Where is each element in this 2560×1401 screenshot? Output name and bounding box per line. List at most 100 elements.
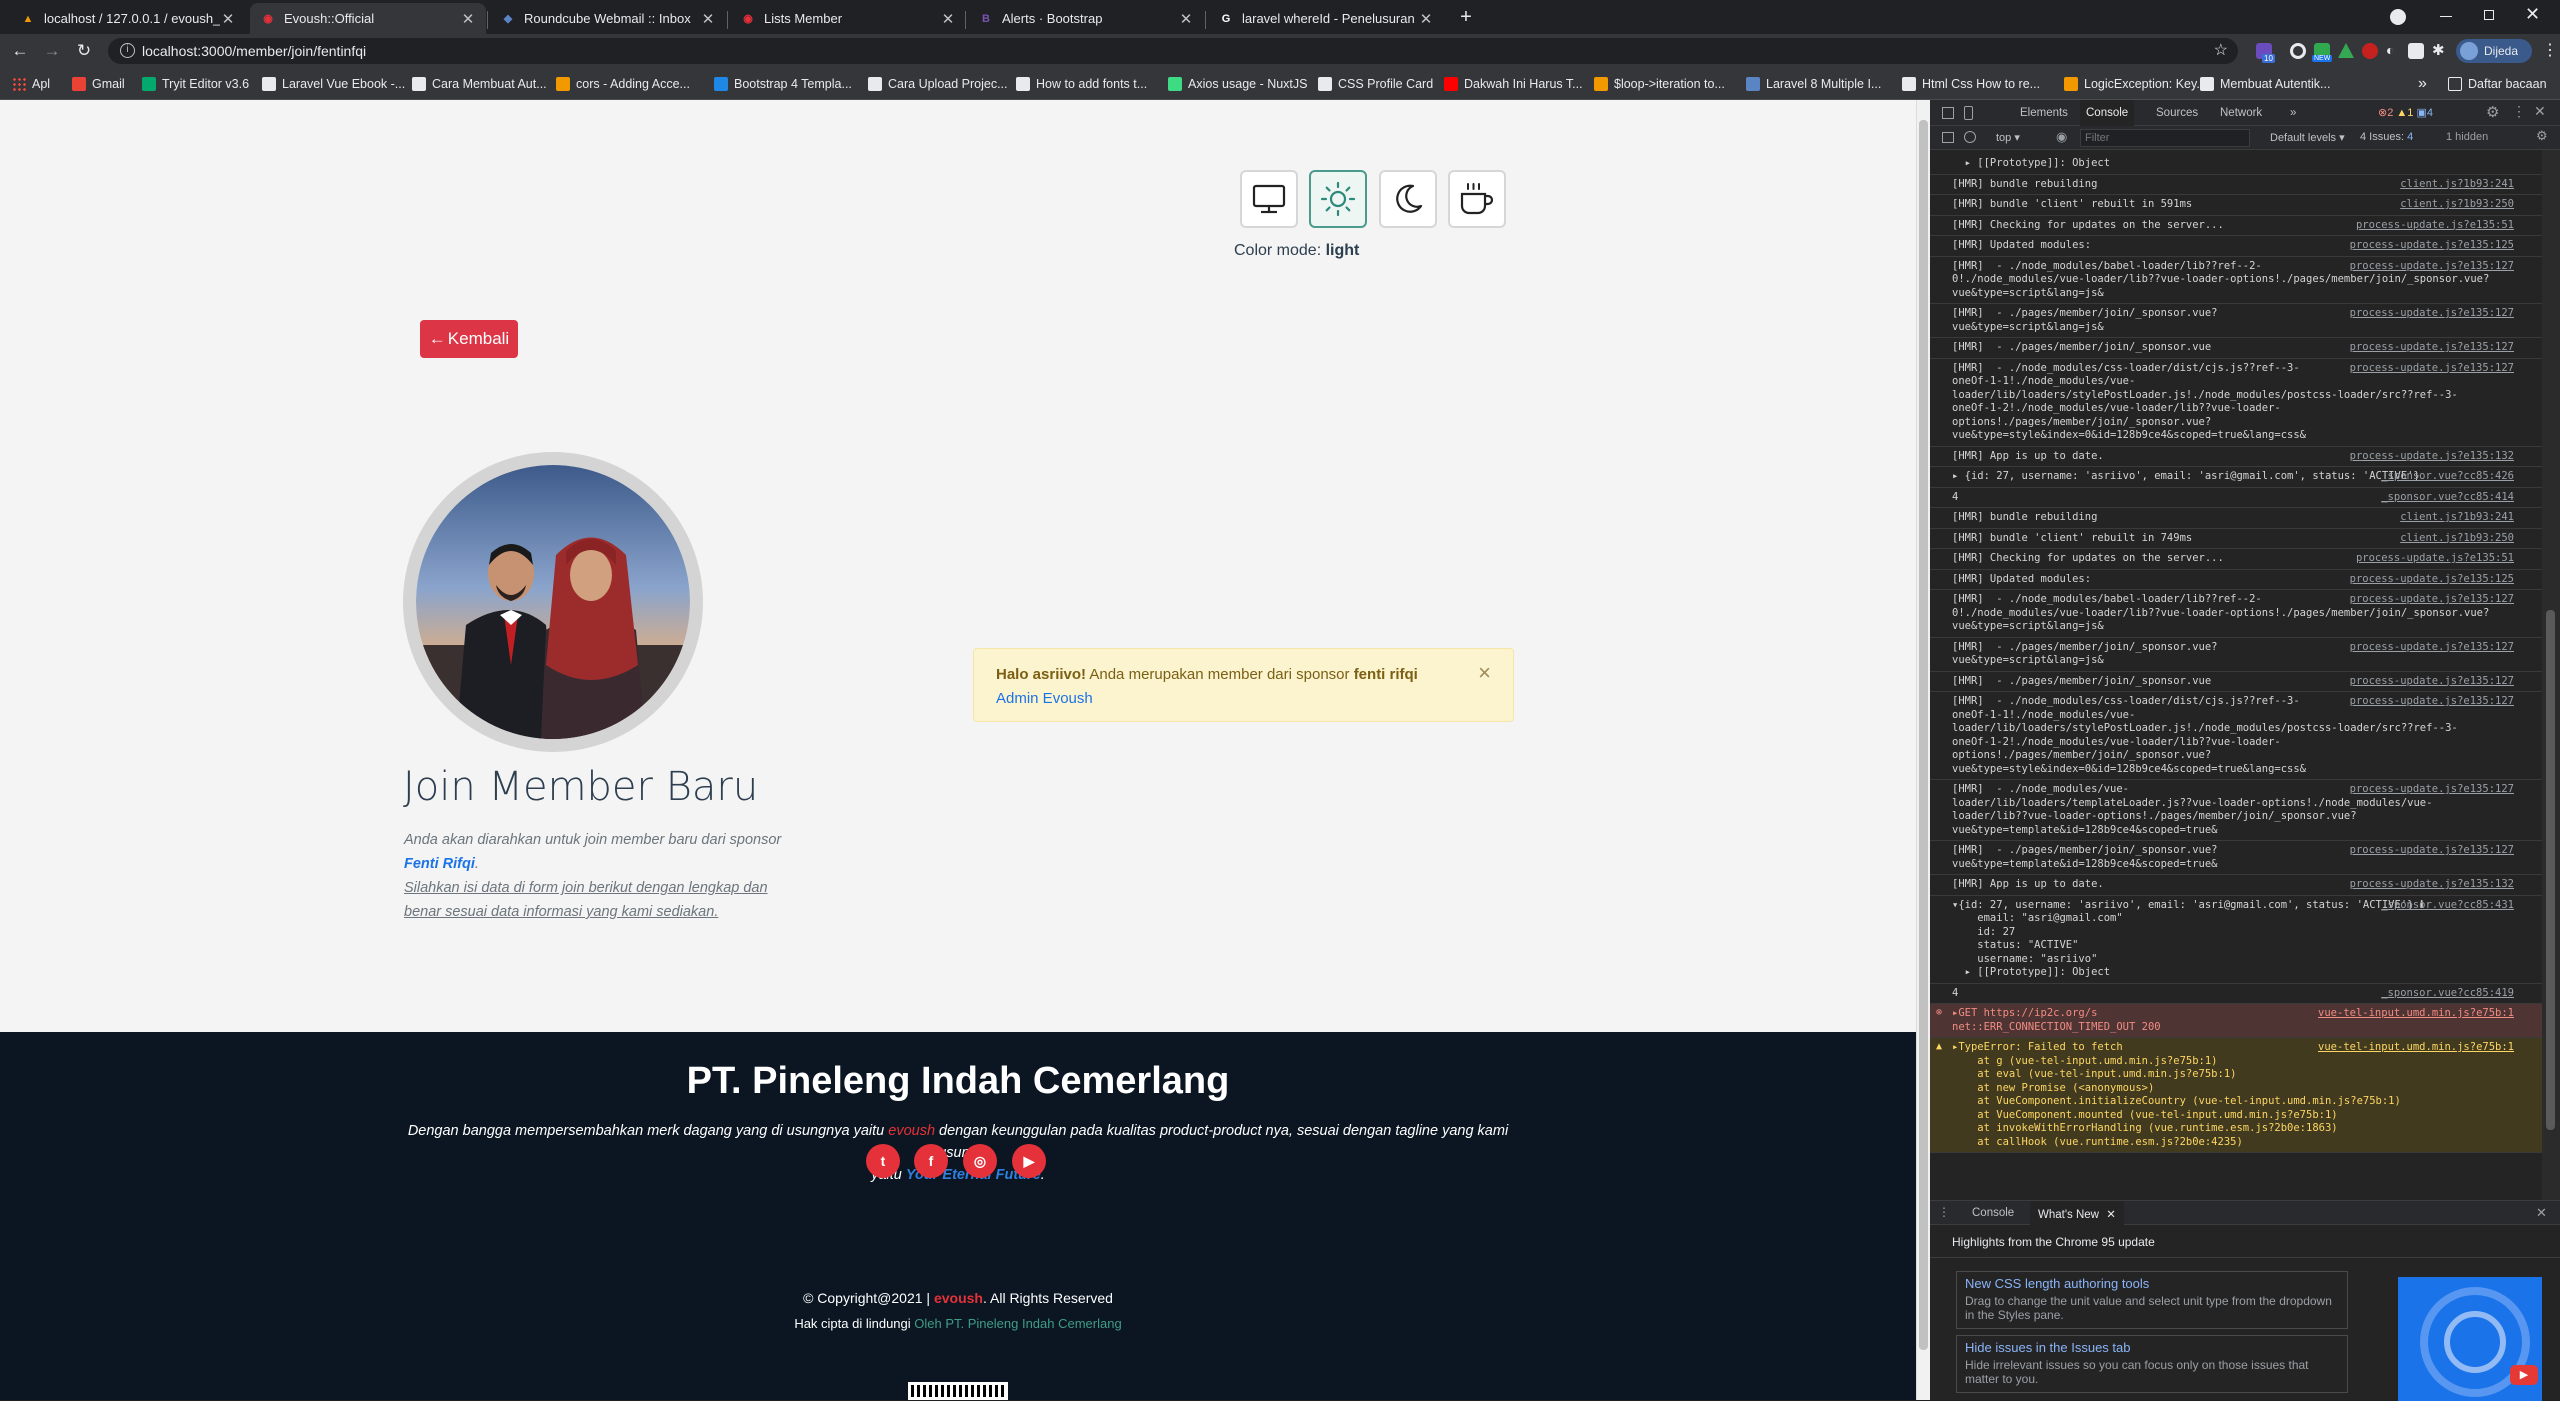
console-message[interactable]: [HMR] bundle rebuilding client.js?1b93:24… xyxy=(1930,175,2542,195)
color-mode-light-button[interactable] xyxy=(1309,170,1367,228)
profile-button[interactable]: Dijeda xyxy=(2456,39,2532,63)
console-message[interactable]: [HMR] bundle rebuilding client.js?1b93:24… xyxy=(1930,508,2542,529)
console-message[interactable]: [HMR] Updated modules: process-update.js?… xyxy=(1930,570,2542,590)
devtools-tab[interactable]: Sources xyxy=(2150,100,2204,126)
console-message[interactable]: 4 _sponsor.vue?cc85:414 xyxy=(1930,488,2542,508)
address-bar[interactable]: i localhost:3000/member/join/fentinfqi ☆ xyxy=(108,38,2238,64)
error-count[interactable]: ⊗2 ▲1 ▣4 xyxy=(2378,106,2433,119)
console-source-link[interactable]: process-update.js?e135:51 xyxy=(2356,219,2514,231)
clear-console-icon[interactable] xyxy=(1964,131,1976,143)
alert-close-button[interactable]: × xyxy=(1478,661,1491,685)
device-toolbar-icon[interactable] xyxy=(1964,106,1973,120)
extension-icon[interactable] xyxy=(2362,43,2378,59)
drawer-close-icon[interactable]: ✕ xyxy=(2536,1205,2547,1221)
news-title[interactable]: Hide issues in the Issues tab xyxy=(1965,1340,2339,1355)
console-message[interactable]: ▸GET https://ip2c.org/s net::ERR_CONNECT… xyxy=(1930,1004,2542,1038)
close-window-button[interactable]: ✕ xyxy=(2525,4,2540,25)
news-card[interactable]: Hide issues in the Issues tab Hide irrel… xyxy=(1956,1335,2348,1393)
devtools-tab[interactable]: » xyxy=(2284,100,2302,126)
bookmark-item[interactable]: Cara Upload Projec... xyxy=(868,74,1008,94)
bookmark-item[interactable]: $loop->iteration to... xyxy=(1594,74,1725,94)
log-levels-dropdown[interactable]: Default levels ▾ xyxy=(2270,131,2345,144)
console-source-link[interactable]: client.js?1b93:241 xyxy=(2400,178,2514,190)
extension-icon[interactable] xyxy=(2408,43,2424,59)
devtools-menu-icon[interactable]: ⋮ xyxy=(2512,103,2526,120)
reading-list-button[interactable]: Daftar bacaan xyxy=(2448,74,2547,94)
console-message[interactable]: ▸ {id: 27, username: 'asriivo', email: '… xyxy=(1930,467,2542,488)
tab-search-icon[interactable] xyxy=(2390,9,2406,25)
console-source-link[interactable]: _sponsor.vue?cc85:419 xyxy=(2381,987,2514,999)
console-message[interactable]: [HMR] - ./pages/member/join/_sponsor.vue… xyxy=(1930,672,2542,692)
console-message[interactable]: ▸ [[Prototype]]: Object xyxy=(1930,154,2542,175)
whats-new-video-thumbnail[interactable]: ▶ xyxy=(2398,1277,2542,1401)
bookmark-item[interactable]: Gmail xyxy=(72,74,125,94)
console-message[interactable]: [HMR] App is up to date. process-update.j… xyxy=(1930,447,2542,467)
tab-close-icon[interactable]: ✕ xyxy=(1418,10,1434,28)
bookmark-star-icon[interactable]: ☆ xyxy=(2214,40,2228,60)
issues-indicator[interactable]: 4 Issues: 4 xyxy=(2360,131,2413,143)
kebab-menu-icon[interactable]: ⋮ xyxy=(2542,40,2558,60)
bookmark-item[interactable]: Apl xyxy=(12,74,50,94)
extensions-puzzle-icon[interactable]: ✱ xyxy=(2432,41,2445,59)
console-message[interactable]: ▸TypeError: Failed to fetch at g (vue-te… xyxy=(1930,1038,2542,1153)
drawer-tab-console[interactable]: Console xyxy=(1972,1207,2014,1219)
facebook-icon[interactable]: f xyxy=(914,1144,948,1178)
console-source-link[interactable]: process-update.js?e135:127 xyxy=(2350,695,2514,707)
sidebar-toggle-icon[interactable] xyxy=(1942,132,1954,143)
tab-close-icon[interactable]: ✕ xyxy=(220,10,236,28)
console-message[interactable]: [HMR] bundle 'client' rebuilt in 591ms cl… xyxy=(1930,195,2542,216)
admin-link[interactable]: Admin Evoush xyxy=(996,690,1093,707)
console-message[interactable]: [HMR] - ./pages/member/join/_sponsor.vue… xyxy=(1930,338,2542,359)
bookmarks-overflow-button[interactable]: » xyxy=(2418,74,2427,94)
console-message[interactable]: [HMR] - ./pages/member/join/_sponsor.vue… xyxy=(1930,638,2542,672)
page-scrollbar-thumb[interactable] xyxy=(1919,120,1928,1350)
tab-close-icon[interactable]: ✕ xyxy=(460,10,476,28)
console-message[interactable]: [HMR] Updated modules: process-update.js?… xyxy=(1930,236,2542,257)
console-message[interactable]: [HMR] - ./node_modules/css-loader/dist/c… xyxy=(1930,359,2542,447)
extension-icon[interactable] xyxy=(2338,43,2354,58)
bookmark-item[interactable]: LogicException: Key... xyxy=(2064,74,2207,94)
console-source-link[interactable]: process-update.js?e135:51 xyxy=(2356,552,2514,564)
drawer-tab-close-icon[interactable]: ✕ xyxy=(2106,1209,2116,1221)
console-source-link[interactable]: _sponsor.vue?cc85:431 xyxy=(2381,899,2514,911)
console-source-link[interactable]: process-update.js?e135:125 xyxy=(2350,239,2514,251)
console-source-link[interactable]: process-update.js?e135:132 xyxy=(2350,450,2514,462)
info-icon[interactable]: i xyxy=(120,43,135,58)
console-filter-input[interactable] xyxy=(2080,129,2250,147)
console-source-link[interactable]: client.js?1b93:241 xyxy=(2400,511,2514,523)
minimize-window-button[interactable] xyxy=(2440,16,2452,17)
console-message[interactable]: [HMR] - ./node_modules/vue- loader/lib/l… xyxy=(1930,780,2542,841)
bookmark-item[interactable]: Dakwah Ini Harus T... xyxy=(1444,74,1583,94)
console-source-link[interactable]: process-update.js?e135:127 xyxy=(2350,675,2514,687)
browser-tab[interactable]: B Alerts · Bootstrap ✕ xyxy=(968,3,1204,34)
back-button[interactable]: ← Kembali xyxy=(420,320,518,358)
console-message[interactable]: [HMR] Checking for updates on the server… xyxy=(1930,549,2542,570)
bookmark-item[interactable]: Laravel 8 Multiple I... xyxy=(1746,74,1881,94)
devtools-close-icon[interactable]: ✕ xyxy=(2534,103,2546,120)
reload-icon[interactable]: ↻ xyxy=(72,39,96,63)
console-message[interactable]: [HMR] bundle 'client' rebuilt in 749ms cl… xyxy=(1930,529,2542,549)
console-source-link[interactable]: process-update.js?e135:127 xyxy=(2350,844,2514,856)
drawer-tab-whats-new[interactable]: What's New ✕ xyxy=(2030,1201,2124,1225)
color-mode-system-button[interactable] xyxy=(1240,170,1298,228)
bookmark-item[interactable]: CSS Profile Card xyxy=(1318,74,1433,94)
news-card[interactable]: New CSS length authoring tools Drag to c… xyxy=(1956,1271,2348,1329)
bookmark-item[interactable]: Html Css How to re... xyxy=(1902,74,2040,94)
settings-gear-icon[interactable]: ⚙ xyxy=(2486,103,2499,121)
browser-tab[interactable]: ◉ Lists Member ✕ xyxy=(730,3,966,34)
new-tab-button[interactable]: + xyxy=(1454,6,1478,30)
restore-window-button[interactable] xyxy=(2484,10,2494,20)
console-source-link[interactable]: process-update.js?e135:127 xyxy=(2350,362,2514,374)
youtube-icon[interactable]: ▶ xyxy=(1012,1144,1046,1178)
console-source-link[interactable]: vue-tel-input.umd.min.js?e75b:1 xyxy=(2318,1041,2514,1053)
color-mode-sepia-button[interactable] xyxy=(1448,170,1506,228)
bookmark-item[interactable]: cors - Adding Acce... xyxy=(556,74,690,94)
devtools-tab[interactable]: Network xyxy=(2214,100,2268,126)
page-scrollbar[interactable] xyxy=(1916,100,1930,1400)
console-message[interactable]: 4 _sponsor.vue?cc85:419 xyxy=(1930,984,2542,1004)
bookmark-item[interactable]: Cara Membuat Aut... xyxy=(412,74,547,94)
tab-close-icon[interactable]: ✕ xyxy=(700,10,716,28)
context-selector[interactable]: top ▾ xyxy=(1996,131,2020,144)
devtools-tab[interactable]: Console xyxy=(2080,100,2135,126)
browser-tab[interactable]: Glaravel whereId - Penelusuran Go ✕ xyxy=(1208,3,1444,34)
